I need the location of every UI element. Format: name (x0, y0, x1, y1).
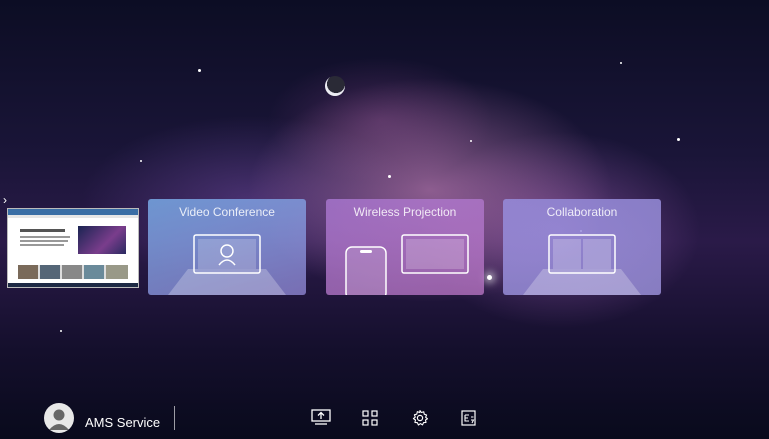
star (487, 275, 492, 280)
user-name[interactable]: AMS Service (85, 415, 160, 430)
sidebar-expand-handle[interactable]: › (3, 193, 7, 207)
video-conference-icon (168, 234, 286, 295)
screen-share-icon[interactable] (309, 406, 333, 430)
video-conference-card[interactable]: Video Conference (148, 199, 306, 295)
star (60, 330, 62, 332)
wireless-projection-card[interactable]: Wireless Projection (326, 199, 484, 295)
taskbar-divider (174, 406, 175, 430)
thumb-taskbar (8, 283, 138, 287)
bottom-taskbar (0, 389, 769, 439)
star (198, 69, 201, 72)
star (140, 160, 142, 162)
star (620, 62, 622, 64)
collaboration-card[interactable]: Collaboration (503, 199, 661, 295)
thumb-image (78, 226, 126, 254)
settings-gear-icon[interactable] (408, 406, 432, 430)
wireless-projection-icon (345, 234, 469, 295)
thumb-text (20, 236, 70, 238)
input-source-icon[interactable] (457, 406, 481, 430)
star (470, 140, 472, 142)
thumb-text (20, 240, 68, 242)
recent-window-thumbnail[interactable] (7, 208, 139, 288)
thumb-navbar (8, 215, 138, 218)
thumb-gallery (18, 265, 128, 279)
user-avatar-icon[interactable] (44, 403, 74, 433)
moon-planet (325, 76, 345, 96)
thumb-heading (20, 229, 65, 232)
apps-grid-icon[interactable] (358, 406, 382, 430)
star (388, 175, 391, 178)
thumb-text (20, 244, 64, 246)
star (677, 138, 680, 141)
collaboration-icon (523, 234, 641, 295)
